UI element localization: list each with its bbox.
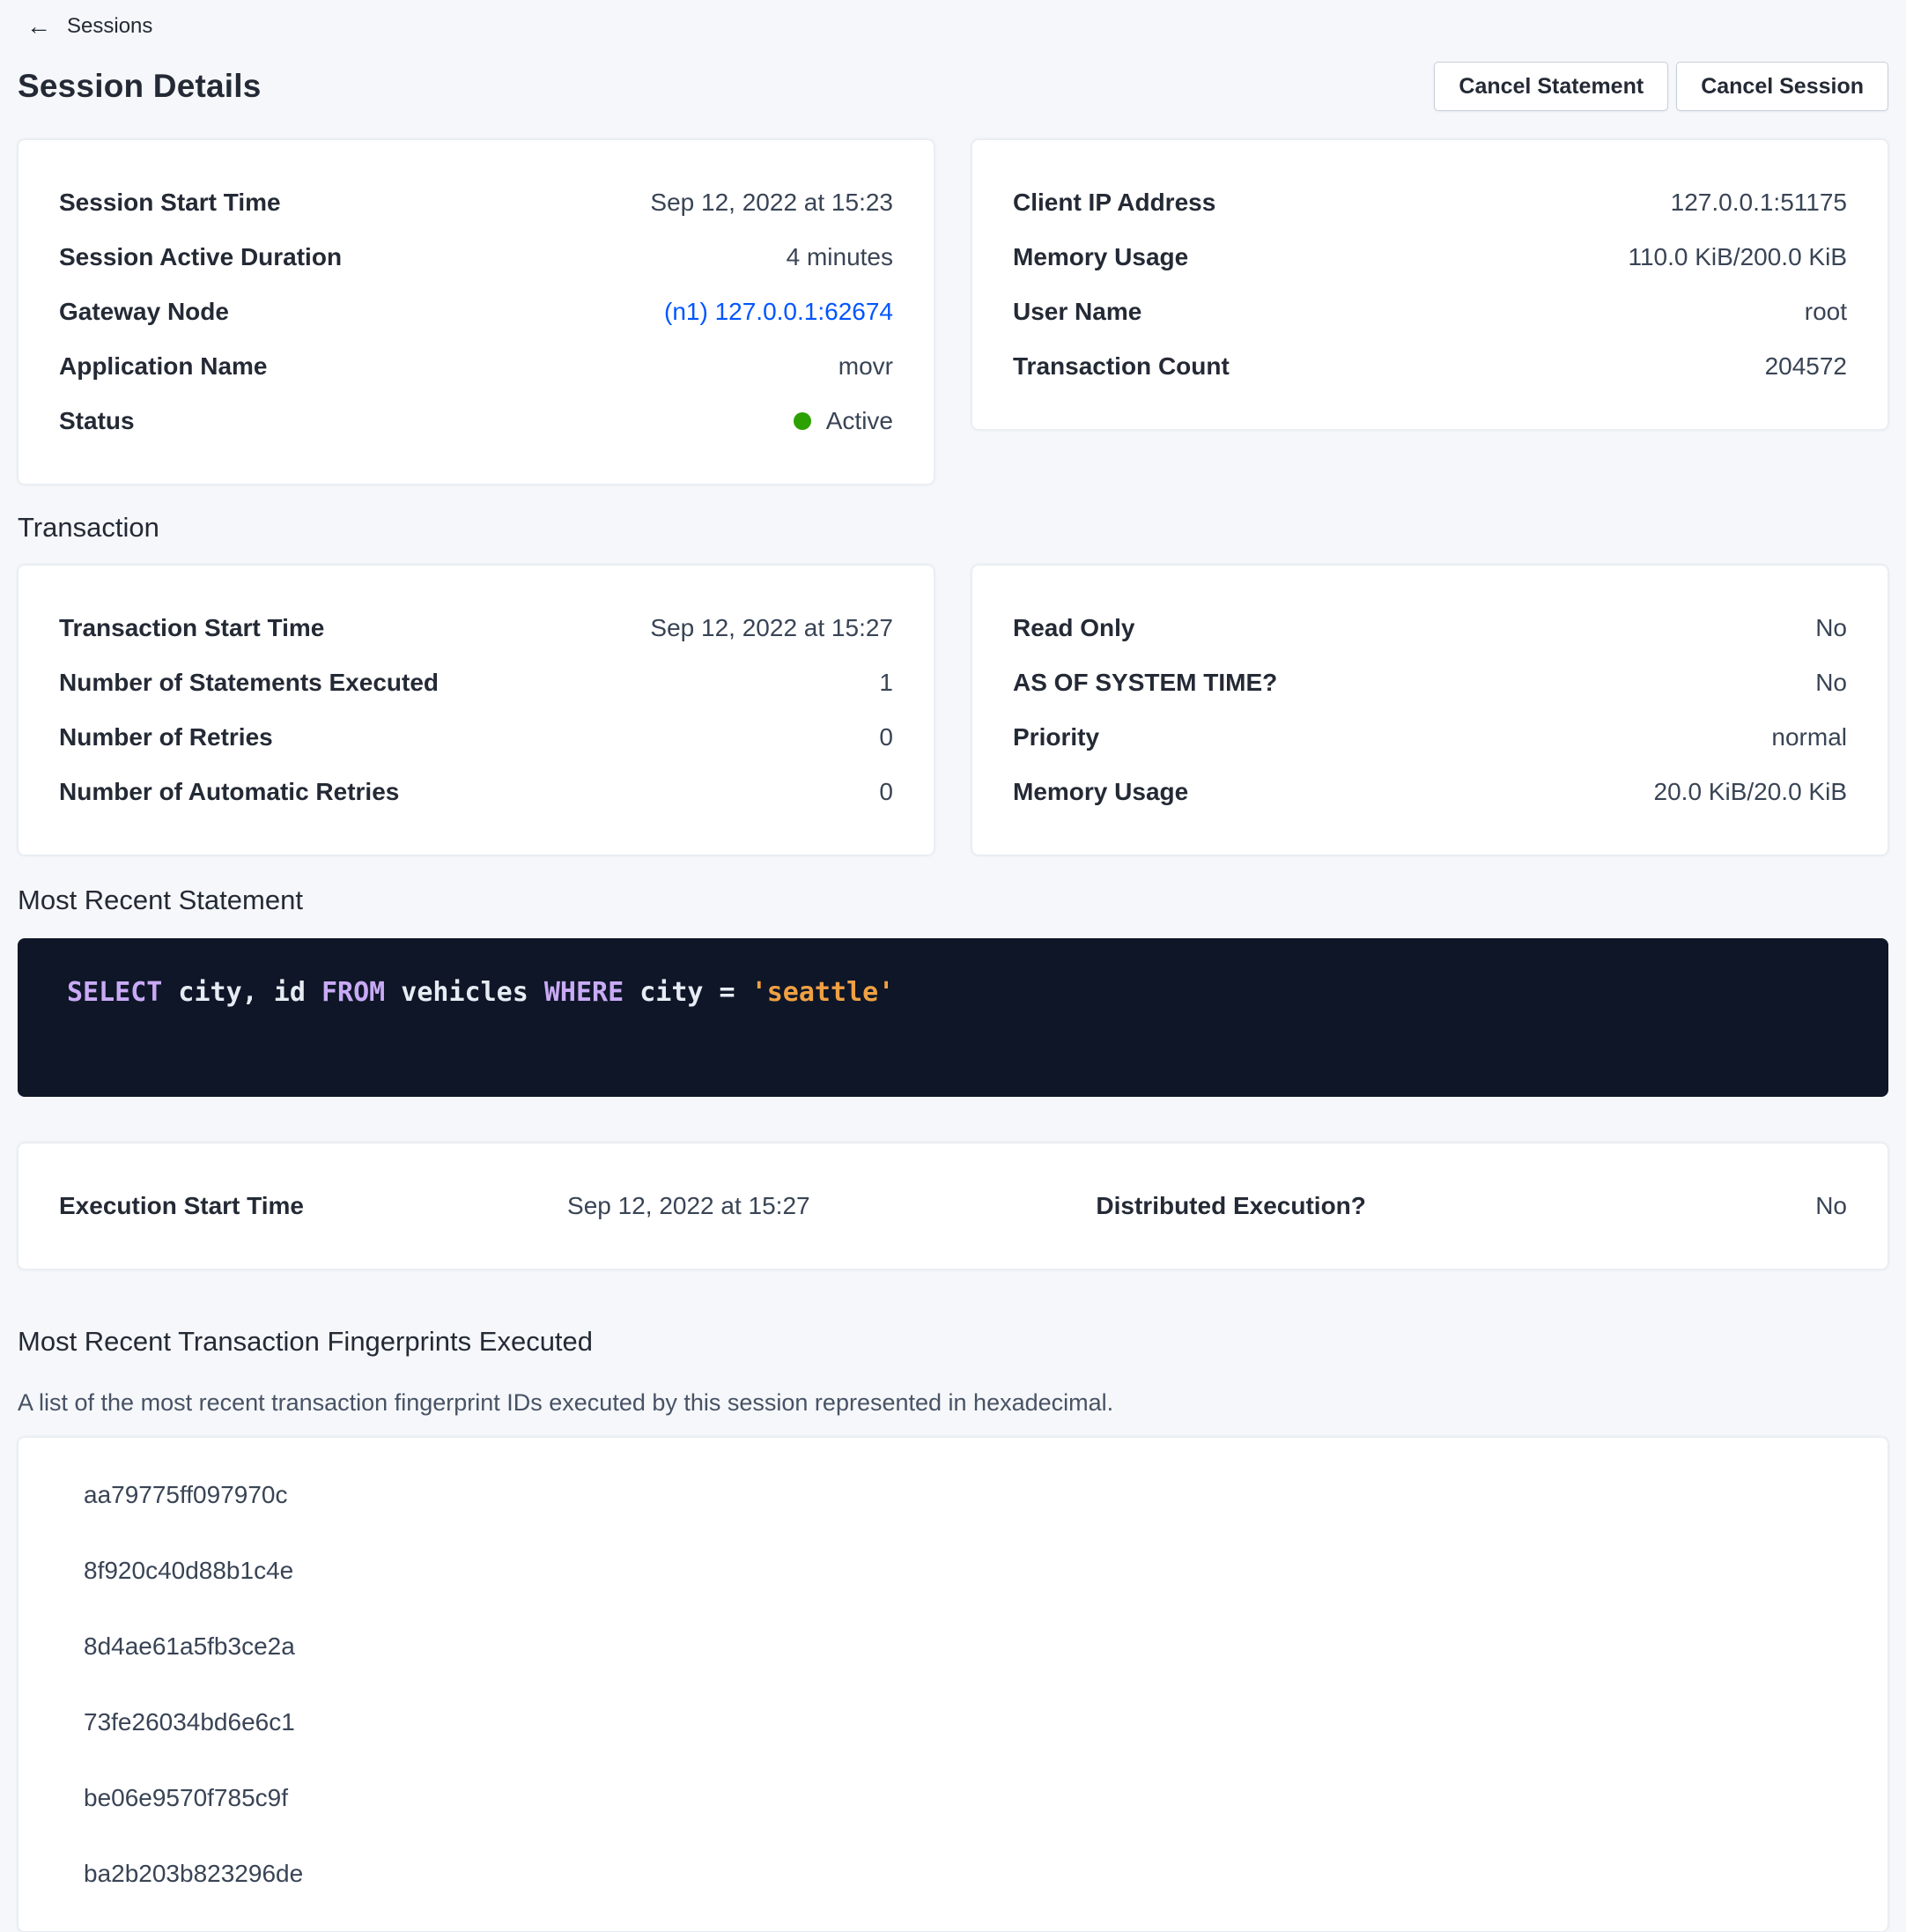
transaction-cards: Transaction Start Time Sep 12, 2022 at 1…: [18, 565, 1888, 855]
retries-value: 0: [879, 723, 893, 751]
session-active-duration-label: Session Active Duration: [59, 243, 342, 271]
gateway-node-link[interactable]: (n1) 127.0.0.1:62674: [664, 298, 893, 326]
read-only-value: No: [1815, 614, 1847, 642]
sql-text: city =: [624, 977, 751, 1008]
read-only-label: Read Only: [1013, 614, 1134, 642]
distributed-execution-label: Distributed Execution?: [1096, 1192, 1365, 1220]
sql-text: city, id: [162, 977, 321, 1008]
user-name-value: root: [1805, 298, 1847, 326]
client-ip-label: Client IP Address: [1013, 189, 1215, 217]
application-name-value: movr: [838, 352, 893, 381]
fingerprint-item: 8d4ae61a5fb3ce2a: [84, 1609, 1847, 1684]
fingerprints-card: aa79775ff097970c 8f920c40d88b1c4e 8d4ae6…: [18, 1437, 1888, 1932]
page-header: Session Details Cancel Statement Cancel …: [18, 62, 1888, 111]
session-memory-usage-row: Memory Usage 110.0 KiB/200.0 KiB: [1013, 230, 1847, 285]
execution-summary-card: Execution Start Time Sep 12, 2022 at 15:…: [18, 1143, 1888, 1269]
session-summary-card-left: Session Start Time Sep 12, 2022 at 15:23…: [18, 139, 935, 485]
client-ip-row: Client IP Address 127.0.0.1:51175: [1013, 175, 1847, 230]
transaction-count-value: 204572: [1765, 352, 1847, 381]
transaction-count-label: Transaction Count: [1013, 352, 1230, 381]
gateway-node-label: Gateway Node: [59, 298, 229, 326]
priority-row: Priority normal: [1013, 710, 1847, 765]
application-name-label: Application Name: [59, 352, 267, 381]
transaction-start-time-value: Sep 12, 2022 at 15:27: [650, 614, 893, 642]
fingerprints-description: A list of the most recent transaction fi…: [18, 1389, 1888, 1417]
page-title: Session Details: [18, 68, 262, 105]
session-start-time-label: Session Start Time: [59, 189, 281, 217]
transaction-memory-usage-value: 20.0 KiB/20.0 KiB: [1654, 778, 1847, 806]
session-start-time-row: Session Start Time Sep 12, 2022 at 15:23: [59, 175, 893, 230]
application-name-row: Application Name movr: [59, 339, 893, 394]
back-arrow-icon: ←: [26, 14, 51, 39]
transaction-memory-usage-label: Memory Usage: [1013, 778, 1188, 806]
transaction-count-row: Transaction Count 204572: [1013, 339, 1847, 394]
session-start-time-value: Sep 12, 2022 at 15:23: [650, 189, 893, 217]
distributed-execution-value: No: [1815, 1192, 1847, 1220]
back-link-label: Sessions: [67, 14, 152, 39]
statements-executed-row: Number of Statements Executed 1: [59, 655, 893, 710]
as-of-system-time-value: No: [1815, 669, 1847, 697]
session-memory-usage-value: 110.0 KiB/200.0 KiB: [1628, 243, 1847, 271]
transaction-card-right: Read Only No AS OF SYSTEM TIME? No Prior…: [971, 565, 1888, 855]
transaction-start-time-row: Transaction Start Time Sep 12, 2022 at 1…: [59, 601, 893, 655]
session-active-duration-row: Session Active Duration 4 minutes: [59, 230, 893, 285]
sql-keyword: FROM: [321, 977, 385, 1008]
status-badge: Active: [794, 407, 893, 435]
priority-value: normal: [1771, 723, 1847, 751]
status-value: Active: [826, 407, 893, 435]
session-summary-card-right: Client IP Address 127.0.0.1:51175 Memory…: [971, 139, 1888, 430]
fingerprint-item: be06e9570f785c9f: [84, 1760, 1847, 1836]
session-memory-usage-label: Memory Usage: [1013, 243, 1188, 271]
session-details-page: ← Sessions Session Details Cancel Statem…: [0, 0, 1906, 1932]
sql-statement-box: SELECT city, id FROM vehicles WHERE city…: [18, 938, 1888, 1097]
header-actions: Cancel Statement Cancel Session: [1434, 62, 1888, 111]
fingerprints-section-title: Most Recent Transaction Fingerprints Exe…: [18, 1326, 1888, 1358]
transaction-section-title: Transaction: [18, 512, 1888, 544]
as-of-system-time-label: AS OF SYSTEM TIME?: [1013, 669, 1277, 697]
execution-start-time-value: Sep 12, 2022 at 15:27: [567, 1192, 810, 1220]
session-active-duration-value: 4 minutes: [787, 243, 893, 271]
user-name-label: User Name: [1013, 298, 1141, 326]
retries-label: Number of Retries: [59, 723, 273, 751]
gateway-node-row: Gateway Node (n1) 127.0.0.1:62674: [59, 285, 893, 339]
fingerprint-item: ba2b203b823296de: [84, 1836, 1847, 1912]
cancel-statement-button[interactable]: Cancel Statement: [1434, 62, 1668, 111]
statements-executed-label: Number of Statements Executed: [59, 669, 439, 697]
distributed-execution-row: Distributed Execution? No: [1096, 1192, 1847, 1220]
fingerprint-item: 8f920c40d88b1c4e: [84, 1533, 1847, 1609]
status-active-dot-icon: [794, 412, 811, 430]
session-overview-cards: Session Start Time Sep 12, 2022 at 15:23…: [18, 139, 1888, 485]
automatic-retries-row: Number of Automatic Retries 0: [59, 765, 893, 819]
automatic-retries-label: Number of Automatic Retries: [59, 778, 399, 806]
sql-keyword: SELECT: [67, 977, 162, 1008]
client-ip-value: 127.0.0.1:51175: [1671, 189, 1847, 217]
statements-executed-value: 1: [879, 669, 893, 697]
execution-start-time-row: Execution Start Time Sep 12, 2022 at 15:…: [59, 1192, 810, 1220]
execution-start-time-label: Execution Start Time: [59, 1192, 304, 1220]
status-row: Status Active: [59, 394, 893, 448]
sql-keyword: WHERE: [544, 977, 624, 1008]
statement-section-title: Most Recent Statement: [18, 885, 1888, 916]
transaction-card-left: Transaction Start Time Sep 12, 2022 at 1…: [18, 565, 935, 855]
fingerprint-item: 73fe26034bd6e6c1: [84, 1684, 1847, 1760]
transaction-memory-usage-row: Memory Usage 20.0 KiB/20.0 KiB: [1013, 765, 1847, 819]
cancel-session-button[interactable]: Cancel Session: [1676, 62, 1888, 111]
user-name-row: User Name root: [1013, 285, 1847, 339]
back-to-sessions-link[interactable]: ← Sessions: [26, 14, 152, 39]
fingerprint-item: aa79775ff097970c: [84, 1457, 1847, 1533]
sql-text: vehicles: [385, 977, 544, 1008]
sql-string: 'seattle': [751, 977, 895, 1008]
automatic-retries-value: 0: [879, 778, 893, 806]
transaction-start-time-label: Transaction Start Time: [59, 614, 324, 642]
retries-row: Number of Retries 0: [59, 710, 893, 765]
read-only-row: Read Only No: [1013, 601, 1847, 655]
priority-label: Priority: [1013, 723, 1099, 751]
status-label: Status: [59, 407, 135, 435]
as-of-system-time-row: AS OF SYSTEM TIME? No: [1013, 655, 1847, 710]
